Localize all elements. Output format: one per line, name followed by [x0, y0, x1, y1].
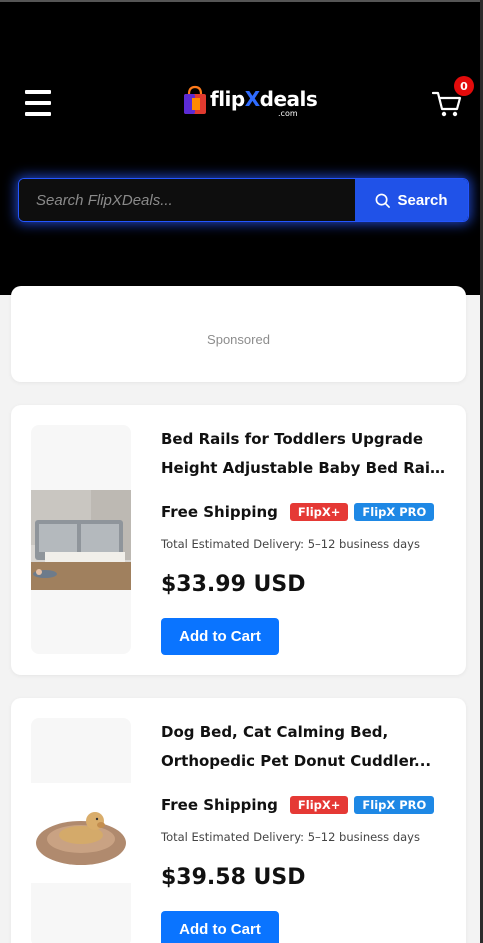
- product-card: Dog Bed, Cat Calming Bed, Orthopedic Pet…: [11, 698, 466, 943]
- menu-icon[interactable]: [25, 90, 51, 116]
- site-logo[interactable]: flipXdeals .com: [182, 81, 318, 121]
- flipx-plus-badge: FlipX+: [289, 503, 349, 521]
- product-title-line1: Dog Bed, Cat Calming Bed,: [161, 723, 389, 741]
- pet-bed-product-image: [31, 783, 131, 883]
- free-shipping-label: Free Shipping: [161, 796, 278, 814]
- product-title[interactable]: Bed Rails for Toddlers Upgrade Height Ad…: [161, 425, 446, 483]
- shipping-row: Free Shipping FlipX+ FlipX PRO: [161, 796, 440, 814]
- sponsored-label: Sponsored: [207, 332, 270, 347]
- product-title[interactable]: Dog Bed, Cat Calming Bed, Orthopedic Pet…: [161, 718, 446, 776]
- add-to-cart-button[interactable]: Add to Cart: [161, 911, 279, 943]
- cart-count-badge: 0: [454, 76, 474, 96]
- logo-wordmark: flipXdeals: [210, 87, 318, 111]
- logo-domain-suffix: .com: [278, 109, 298, 118]
- delivery-estimate: Total Estimated Delivery: 5–12 business …: [161, 830, 420, 844]
- free-shipping-label: Free Shipping: [161, 503, 278, 521]
- flipx-pro-badge: FlipX PRO: [354, 503, 435, 521]
- shopping-bag-icon: [184, 85, 206, 114]
- product-image[interactable]: [31, 718, 131, 943]
- search-icon: [376, 193, 391, 208]
- bed-rail-product-image: [31, 490, 131, 590]
- search-input[interactable]: [19, 179, 355, 221]
- product-card: Bed Rails for Toddlers Upgrade Height Ad…: [11, 405, 466, 675]
- add-to-cart-button[interactable]: Add to Cart: [161, 618, 279, 655]
- flipx-plus-badge: FlipX+: [289, 796, 349, 814]
- product-title-line2: Height Adjustable Baby Bed Rail...: [161, 459, 446, 477]
- flipx-pro-badge: FlipX PRO: [354, 796, 435, 814]
- search-bar: Search: [18, 178, 469, 222]
- shipping-row: Free Shipping FlipX+ FlipX PRO: [161, 503, 440, 521]
- product-image[interactable]: [31, 425, 131, 654]
- product-title-line2: Orthopedic Pet Donut Cuddler...: [161, 752, 432, 770]
- product-price: $39.58 USD: [161, 865, 306, 890]
- sponsored-card: Sponsored: [11, 286, 466, 382]
- delivery-estimate: Total Estimated Delivery: 5–12 business …: [161, 537, 420, 551]
- search-button[interactable]: Search: [355, 179, 468, 221]
- search-button-label: Search: [397, 191, 448, 209]
- site-header: flipXdeals .com 0 Search: [0, 2, 480, 295]
- product-title-line1: Bed Rails for Toddlers Upgrade: [161, 430, 424, 448]
- product-price: $33.99 USD: [161, 572, 306, 597]
